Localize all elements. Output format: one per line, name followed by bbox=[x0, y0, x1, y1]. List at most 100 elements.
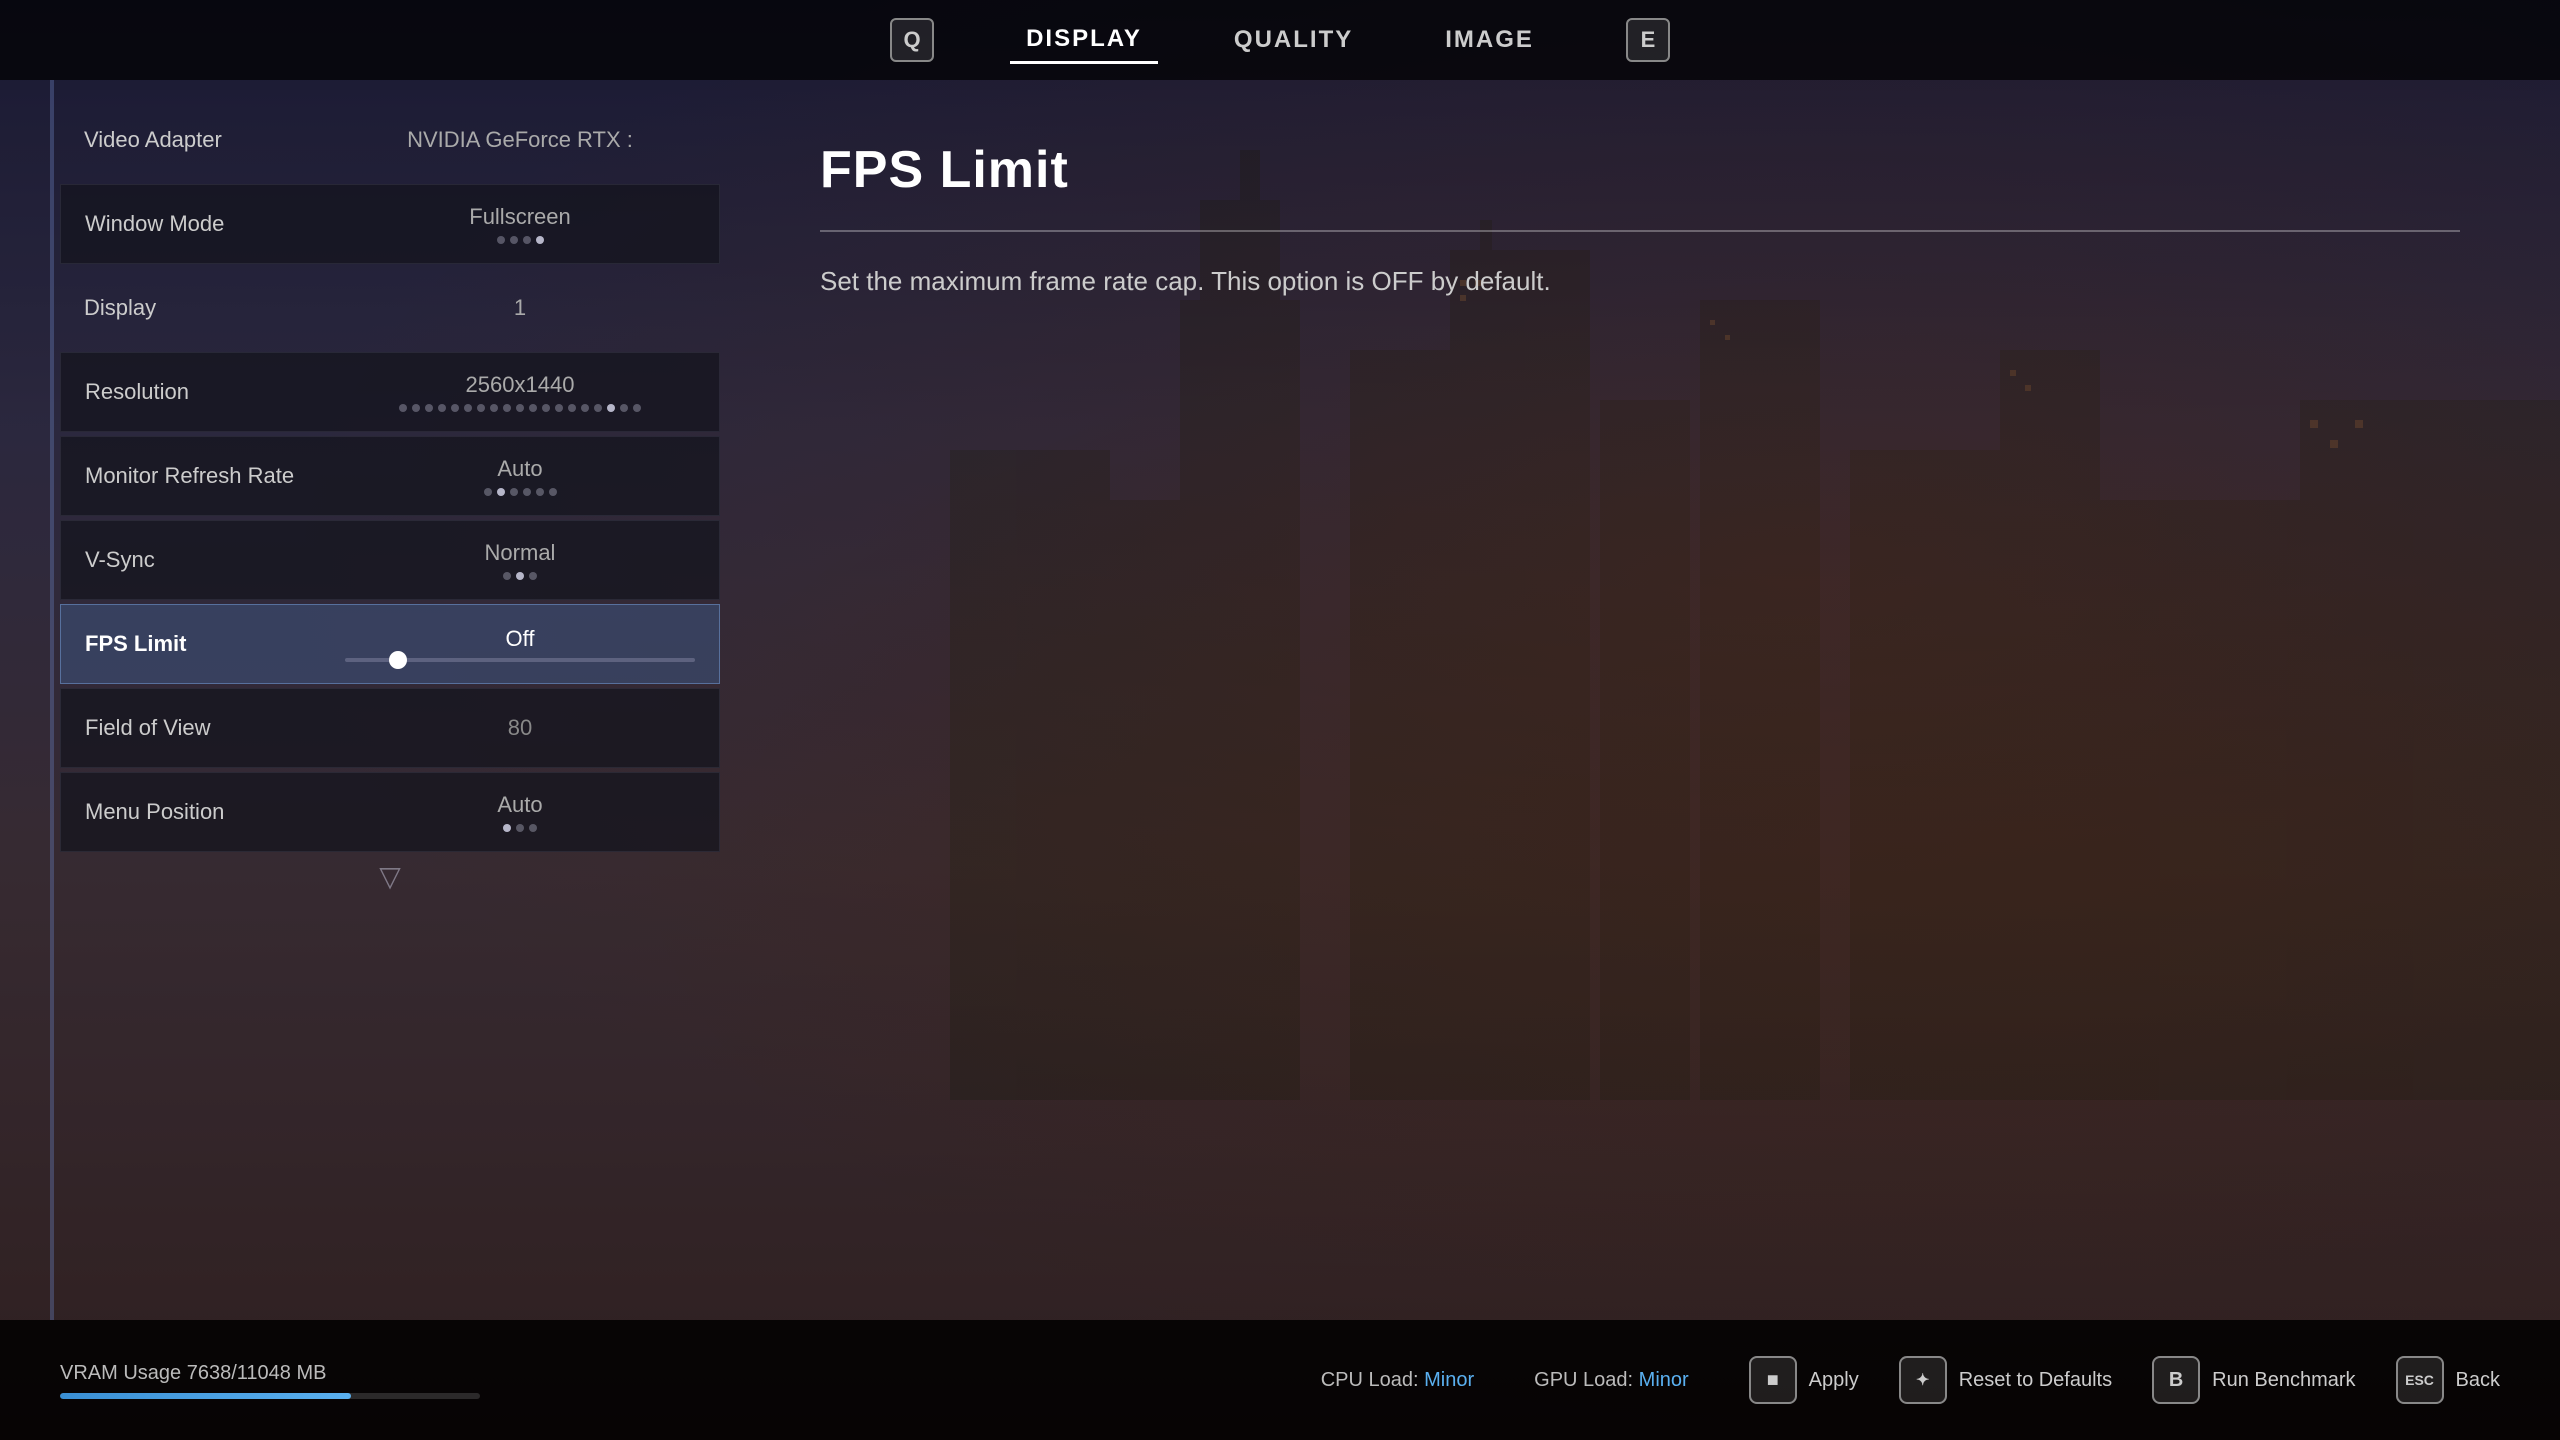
cpu-load-label: CPU Load: bbox=[1321, 1369, 1419, 1391]
load-section: CPU Load: Minor GPU Load: Minor bbox=[1321, 1369, 1689, 1392]
dot bbox=[516, 404, 524, 412]
setting-label-video-adapter: Video Adapter bbox=[84, 127, 344, 153]
setting-value-video-adapter: NVIDIA GeForce RTX : bbox=[407, 127, 633, 153]
dot bbox=[451, 404, 459, 412]
dot-filled bbox=[536, 236, 544, 244]
setting-row-vsync[interactable]: V-Sync Normal bbox=[60, 520, 720, 600]
dot bbox=[529, 404, 537, 412]
scroll-down-indicator: ▽ bbox=[60, 860, 720, 893]
dot bbox=[529, 572, 537, 580]
dot bbox=[529, 824, 537, 832]
settings-panel: Video Adapter NVIDIA GeForce RTX : Windo… bbox=[0, 80, 720, 1320]
nav-tab-display[interactable]: DISPLAY bbox=[1010, 17, 1158, 64]
window-mode-dots bbox=[497, 236, 544, 244]
setting-value-area-video-adapter: NVIDIA GeForce RTX : bbox=[344, 127, 696, 153]
dot bbox=[568, 404, 576, 412]
vram-bar bbox=[60, 1393, 480, 1399]
apply-icon: ■ bbox=[1749, 1356, 1797, 1404]
menu-position-dots bbox=[503, 824, 537, 832]
setting-label-field-of-view: Field of View bbox=[85, 715, 345, 741]
next-key-badge: E bbox=[1626, 18, 1670, 62]
nav-tab-image[interactable]: IMAGE bbox=[1429, 18, 1550, 62]
setting-value-area-display: 1 bbox=[344, 295, 696, 321]
benchmark-button[interactable]: B Run Benchmark bbox=[2152, 1356, 2355, 1404]
dot bbox=[497, 236, 505, 244]
setting-value-window-mode: Fullscreen bbox=[469, 204, 570, 230]
nav-tab-next[interactable]: E bbox=[1610, 10, 1686, 70]
dot bbox=[477, 404, 485, 412]
setting-value-area-fps-limit: Off bbox=[345, 626, 695, 662]
dot bbox=[399, 404, 407, 412]
description-text: Set the maximum frame rate cap. This opt… bbox=[820, 262, 2460, 301]
setting-value-display: 1 bbox=[514, 295, 526, 321]
gpu-load-value: Minor bbox=[1639, 1369, 1689, 1391]
vsync-dots bbox=[503, 572, 537, 580]
dot-filled bbox=[497, 488, 505, 496]
setting-value-fps-limit: Off bbox=[506, 626, 535, 652]
setting-value-menu-position: Auto bbox=[497, 792, 542, 818]
setting-value-resolution: 2560x1440 bbox=[466, 372, 575, 398]
cpu-load-item: CPU Load: Minor bbox=[1321, 1369, 1474, 1392]
apply-label: Apply bbox=[1809, 1369, 1859, 1392]
vram-usage-label: VRAM Usage 7638/11048 MB bbox=[60, 1362, 1321, 1385]
setting-value-area-menu-position: Auto bbox=[345, 792, 695, 832]
bottom-bar: VRAM Usage 7638/11048 MB CPU Load: Minor… bbox=[0, 1320, 2560, 1440]
apply-button[interactable]: ■ Apply bbox=[1749, 1356, 1859, 1404]
dot bbox=[542, 404, 550, 412]
left-accent-bar bbox=[50, 80, 54, 1320]
dot bbox=[412, 404, 420, 412]
vram-section: VRAM Usage 7638/11048 MB bbox=[60, 1362, 1321, 1399]
action-buttons: ■ Apply ✦ Reset to Defaults B Run Benchm… bbox=[1749, 1356, 2500, 1404]
dot bbox=[523, 488, 531, 496]
dot bbox=[620, 404, 628, 412]
dot bbox=[438, 404, 446, 412]
dot bbox=[549, 488, 557, 496]
dot bbox=[594, 404, 602, 412]
reset-button[interactable]: ✦ Reset to Defaults bbox=[1899, 1356, 2112, 1404]
nav-tab-prev[interactable]: Q bbox=[874, 10, 950, 70]
setting-label-monitor-refresh-rate: Monitor Refresh Rate bbox=[85, 463, 345, 489]
setting-row-monitor-refresh-rate[interactable]: Monitor Refresh Rate Auto bbox=[60, 436, 720, 516]
main-content: Video Adapter NVIDIA GeForce RTX : Windo… bbox=[0, 80, 2560, 1320]
dot bbox=[484, 488, 492, 496]
setting-value-field-of-view: 80 bbox=[508, 715, 532, 741]
back-label: Back bbox=[2456, 1369, 2500, 1392]
setting-value-vsync: Normal bbox=[485, 540, 556, 566]
setting-label-vsync: V-Sync bbox=[85, 547, 345, 573]
setting-row-menu-position[interactable]: Menu Position Auto bbox=[60, 772, 720, 852]
nav-tab-quality[interactable]: QUALITY bbox=[1218, 18, 1369, 62]
description-panel: FPS Limit Set the maximum frame rate cap… bbox=[720, 80, 2560, 1320]
gpu-load-item: GPU Load: Minor bbox=[1534, 1369, 1689, 1392]
benchmark-label: Run Benchmark bbox=[2212, 1369, 2355, 1392]
fps-limit-slider[interactable] bbox=[345, 658, 695, 662]
fps-slider-thumb bbox=[389, 651, 407, 669]
dot bbox=[633, 404, 641, 412]
description-divider bbox=[820, 230, 2460, 232]
setting-value-area-resolution: 2560x1440 bbox=[345, 372, 695, 412]
prev-key-badge: Q bbox=[890, 18, 934, 62]
cpu-load-value: Minor bbox=[1424, 1369, 1474, 1391]
setting-label-resolution: Resolution bbox=[85, 379, 345, 405]
setting-row-fps-limit[interactable]: FPS Limit Off bbox=[60, 604, 720, 684]
setting-row-field-of-view[interactable]: Field of View 80 bbox=[60, 688, 720, 768]
dot-filled bbox=[503, 824, 511, 832]
dot bbox=[536, 488, 544, 496]
gpu-load-label: GPU Load: bbox=[1534, 1369, 1633, 1391]
benchmark-icon: B bbox=[2152, 1356, 2200, 1404]
setting-row-resolution[interactable]: Resolution 2560x1440 bbox=[60, 352, 720, 432]
setting-row-display[interactable]: Display 1 bbox=[60, 268, 720, 348]
dot bbox=[464, 404, 472, 412]
dot bbox=[490, 404, 498, 412]
setting-row-video-adapter[interactable]: Video Adapter NVIDIA GeForce RTX : bbox=[60, 100, 720, 180]
dot bbox=[523, 236, 531, 244]
reset-label: Reset to Defaults bbox=[1959, 1369, 2112, 1392]
reset-icon: ✦ bbox=[1899, 1356, 1947, 1404]
setting-value-area-vsync: Normal bbox=[345, 540, 695, 580]
back-button[interactable]: ESC Back bbox=[2396, 1356, 2500, 1404]
nav-tab-quality-label: QUALITY bbox=[1234, 26, 1353, 54]
fps-slider-track bbox=[345, 658, 695, 662]
setting-row-window-mode[interactable]: Window Mode Fullscreen bbox=[60, 184, 720, 264]
top-nav: Q DISPLAY QUALITY IMAGE E bbox=[0, 0, 2560, 80]
nav-tab-image-label: IMAGE bbox=[1445, 26, 1534, 54]
setting-value-monitor-refresh-rate: Auto bbox=[497, 456, 542, 482]
